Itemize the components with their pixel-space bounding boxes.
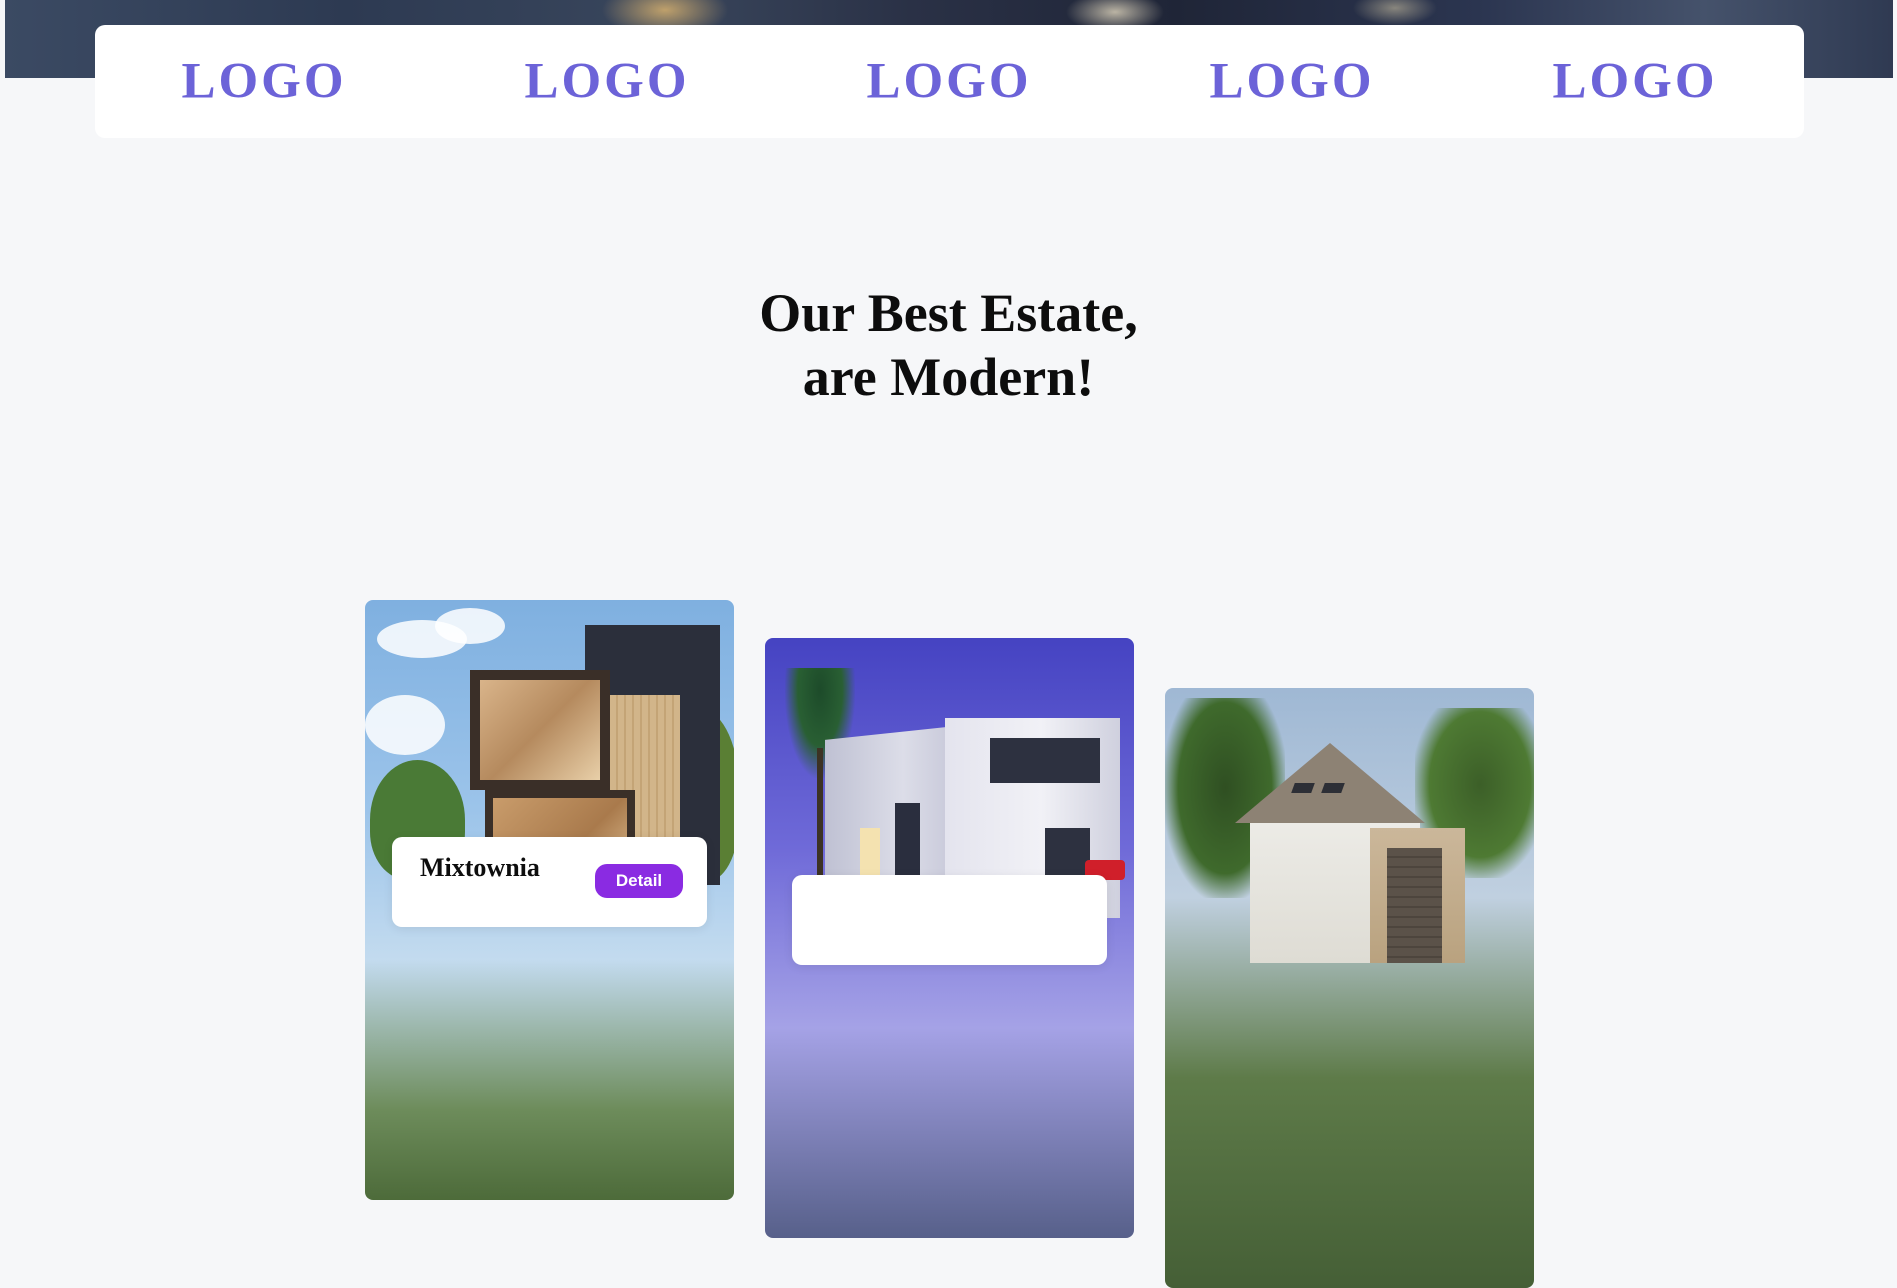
partner-logo-bar: LOGO LOGO LOGO LOGO LOGO: [95, 25, 1804, 138]
detail-button[interactable]: Detail: [595, 864, 683, 898]
section-title: Our Best Estate, are Modern!: [0, 281, 1897, 409]
partner-logo-1[interactable]: LOGO: [181, 56, 346, 107]
partner-logo-4[interactable]: LOGO: [1209, 56, 1374, 107]
partner-logo-3[interactable]: LOGO: [866, 56, 1031, 107]
estate-card-3[interactable]: [1165, 688, 1534, 1288]
estate-photo-cottage: [1165, 688, 1534, 1288]
estate-name: Mixtownia: [420, 853, 540, 882]
partner-logo-5[interactable]: LOGO: [1552, 56, 1717, 107]
estate-card-1[interactable]: Mixtownia Detail: [365, 600, 734, 1200]
section-title-line-1: Our Best Estate,: [759, 283, 1138, 343]
estate-info-panel: Mixtownia Detail: [392, 837, 707, 927]
partner-logo-2[interactable]: LOGO: [524, 56, 689, 107]
section-title-line-2: are Modern!: [802, 347, 1095, 407]
estate-info-panel: [792, 875, 1107, 965]
estate-card-2[interactable]: [765, 638, 1134, 1238]
